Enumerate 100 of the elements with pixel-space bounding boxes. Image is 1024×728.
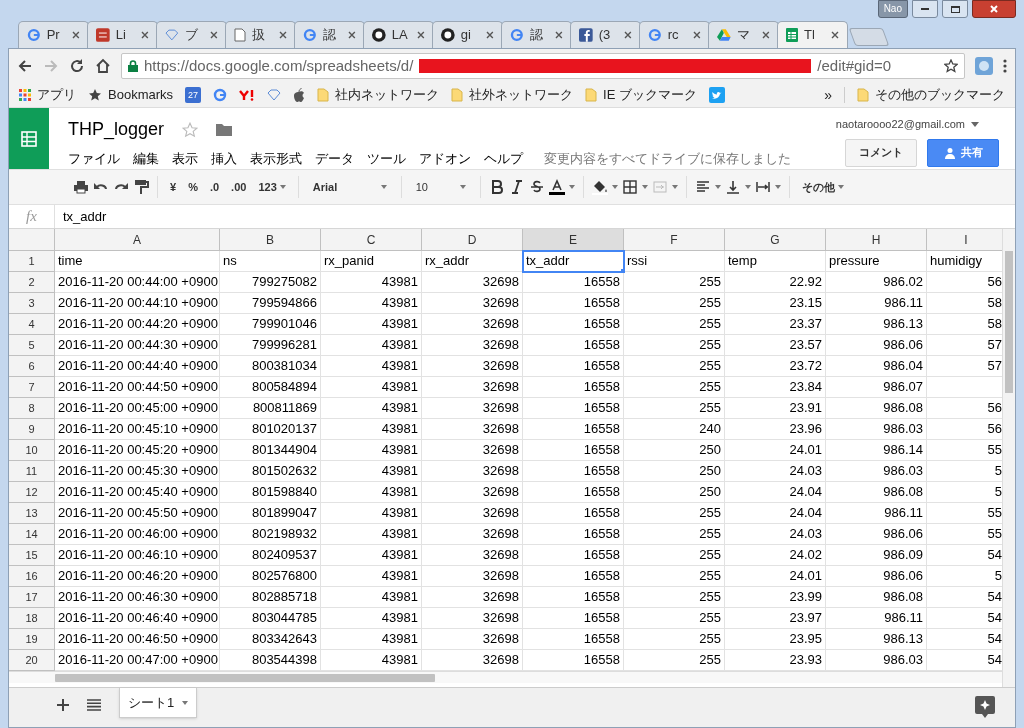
table-cell[interactable]: tx_addr (523, 251, 624, 272)
fill-color-icon[interactable] (591, 179, 608, 195)
more-button[interactable]: その他 (797, 175, 848, 199)
row-header[interactable]: 7 (9, 377, 55, 398)
table-cell[interactable]: rssi (624, 251, 725, 272)
table-cell[interactable]: 43981 (321, 545, 422, 566)
table-cell[interactable]: 799996281 (220, 335, 321, 356)
close-icon[interactable] (762, 31, 770, 39)
table-cell[interactable]: 986.03 (826, 461, 927, 482)
table-cell[interactable]: 16558 (523, 314, 624, 335)
browser-tab[interactable]: マ (708, 21, 779, 48)
menu-item[interactable]: 表示形式 (250, 149, 302, 169)
row-header[interactable]: 18 (9, 608, 55, 629)
row-header[interactable]: 10 (9, 440, 55, 461)
column-header[interactable]: C (321, 229, 422, 251)
table-cell[interactable]: 803342643 (220, 629, 321, 650)
table-cell[interactable]: 986.14 (826, 440, 927, 461)
back-icon[interactable] (17, 58, 33, 74)
sheet-tab[interactable]: シート1 (119, 688, 198, 718)
row-header[interactable]: 1 (9, 251, 55, 272)
table-cell[interactable]: 32698 (422, 419, 523, 440)
table-cell[interactable]: 986.11 (826, 608, 927, 629)
google-icon[interactable] (213, 88, 228, 102)
table-cell[interactable]: 255 (624, 314, 725, 335)
table-cell[interactable]: 32698 (422, 503, 523, 524)
table-cell[interactable]: 802409537 (220, 545, 321, 566)
menu-icon[interactable] (1003, 59, 1007, 73)
table-cell[interactable]: 800584894 (220, 377, 321, 398)
calendar-bookmark[interactable]: 27 (185, 87, 202, 103)
table-cell[interactable]: 16558 (523, 461, 624, 482)
table-cell[interactable]: 43981 (321, 293, 422, 314)
menu-item[interactable]: ファイル (68, 149, 120, 169)
table-cell[interactable]: rx_addr (422, 251, 523, 272)
bookmark-item[interactable]: 社外ネットワーク (451, 85, 574, 105)
table-cell[interactable]: 986.11 (826, 503, 927, 524)
browser-tab[interactable]: (3 (570, 21, 641, 48)
menu-item[interactable]: 表示 (172, 149, 198, 169)
table-cell[interactable]: 250 (624, 482, 725, 503)
table-cell[interactable]: 32698 (422, 608, 523, 629)
table-cell[interactable]: 32698 (422, 566, 523, 587)
number-format-button[interactable]: 123 (254, 175, 290, 199)
formula-input[interactable]: tx_addr (55, 206, 107, 227)
dropdown-icon[interactable] (971, 121, 979, 127)
more-bookmarks-button[interactable]: » (824, 84, 832, 106)
maximize-button[interactable] (942, 0, 968, 18)
row-header[interactable]: 13 (9, 503, 55, 524)
table-cell[interactable]: 32698 (422, 356, 523, 377)
table-cell[interactable]: rx_panid (321, 251, 422, 272)
bookmark-item[interactable]: Bookmarks (88, 85, 174, 105)
row-header[interactable]: 11 (9, 461, 55, 482)
table-cell[interactable]: 986.04 (826, 356, 927, 377)
comment-button[interactable]: コメント (845, 138, 917, 167)
table-cell[interactable]: 16558 (523, 335, 624, 356)
merge-cells-icon[interactable] (651, 179, 668, 195)
table-cell[interactable]: 24.02 (725, 545, 826, 566)
vertical-scrollbar-thumb[interactable] (1005, 251, 1013, 393)
column-header[interactable]: E (523, 229, 624, 251)
close-icon[interactable] (210, 31, 218, 39)
table-cell[interactable]: 32698 (422, 482, 523, 503)
row-header[interactable]: 5 (9, 335, 55, 356)
bookmark-item[interactable]: 社内ネットワーク (317, 85, 440, 105)
table-cell[interactable]: 43981 (321, 314, 422, 335)
table-cell[interactable]: 16558 (523, 272, 624, 293)
menu-item[interactable]: 編集 (133, 149, 159, 169)
close-icon[interactable] (624, 31, 632, 39)
row-header[interactable]: 2 (9, 272, 55, 293)
font-dropdown[interactable]: Arial (306, 175, 393, 199)
table-cell[interactable]: 43981 (321, 272, 422, 293)
browser-tab[interactable]: Li (87, 21, 158, 48)
table-cell[interactable]: 255 (624, 356, 725, 377)
bookmark-item[interactable]: その他のブックマーク (857, 85, 1005, 105)
column-header[interactable]: B (220, 229, 321, 251)
table-cell[interactable]: 986.06 (826, 524, 927, 545)
table-cell[interactable]: 16558 (523, 503, 624, 524)
table-cell[interactable]: 24.04 (725, 503, 826, 524)
column-header[interactable]: A (55, 229, 220, 251)
table-cell[interactable]: 986.02 (826, 272, 927, 293)
table-cell[interactable]: 799901046 (220, 314, 321, 335)
table-cell[interactable]: 43981 (321, 419, 422, 440)
align-left-icon[interactable] (694, 179, 711, 195)
menu-item[interactable]: 挿入 (211, 149, 237, 169)
table-cell[interactable]: 255 (624, 398, 725, 419)
table-cell[interactable]: 255 (624, 293, 725, 314)
close-icon[interactable] (141, 31, 149, 39)
menu-item[interactable]: ヘルプ (484, 149, 523, 169)
exclamation-logo-icon[interactable] (239, 89, 256, 101)
table-cell[interactable]: 43981 (321, 440, 422, 461)
table-cell[interactable]: 23.72 (725, 356, 826, 377)
row-header[interactable]: 20 (9, 650, 55, 671)
table-cell[interactable]: 986.08 (826, 587, 927, 608)
table-cell[interactable]: 255 (624, 503, 725, 524)
close-icon[interactable] (693, 31, 701, 39)
table-cell[interactable]: 16558 (523, 587, 624, 608)
row-header[interactable]: 9 (9, 419, 55, 440)
column-header[interactable]: G (725, 229, 826, 251)
font-size-dropdown[interactable]: 10 (409, 175, 472, 199)
explore-icon[interactable] (975, 696, 995, 718)
home-icon[interactable] (95, 58, 111, 74)
bookmark-item[interactable]: IE ブックマーク (585, 85, 697, 105)
table-cell[interactable]: 986.08 (826, 482, 927, 503)
